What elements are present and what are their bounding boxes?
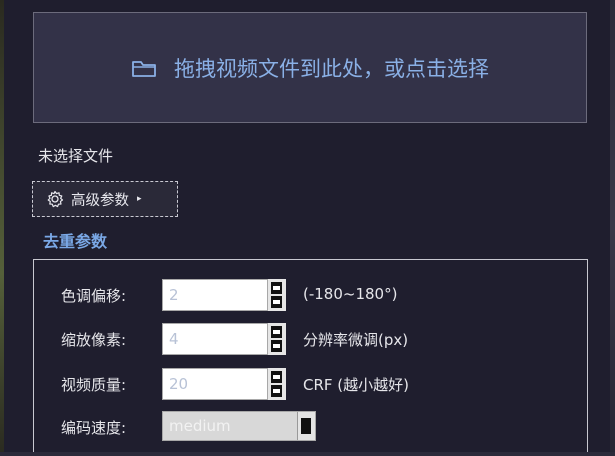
spin-up-icon[interactable] — [271, 282, 282, 294]
quality-label: 视频质量: — [61, 376, 127, 394]
speed-select-value: medium — [169, 417, 231, 435]
spin-down-icon[interactable] — [271, 340, 282, 352]
dropzone-text: 拖拽视频文件到此处，或点击选择 — [174, 56, 489, 81]
app-root: 拖拽视频文件到此处，或点击选择 未选择文件 高级参数 ▸ 去重参数 色调偏移: … — [0, 0, 615, 456]
hue-label: 色调偏移: — [61, 287, 127, 305]
gear-icon — [45, 189, 65, 209]
hue-spinbox-buttons[interactable] — [267, 279, 286, 311]
bottom-window-edge — [0, 452, 615, 456]
file-status-text: 未选择文件 — [38, 147, 114, 165]
param-row-quality: 视频质量: 20 CRF (越小越好) — [34, 368, 587, 402]
hue-hint: (-180~180°) — [303, 285, 398, 303]
advanced-params-button[interactable]: 高级参数 ▸ — [32, 181, 178, 217]
scale-spinbox-buttons[interactable] — [267, 323, 286, 355]
param-row-scale: 缩放像素: 4 分辨率微调(px) — [34, 323, 587, 357]
advanced-params-label: 高级参数 — [71, 192, 129, 209]
params-panel: 色调偏移: 2 (-180~180°) 缩放像素: 4 分辨率微调(px) 视频… — [33, 259, 588, 456]
expand-arrow-icon: ▸ — [137, 194, 142, 204]
spin-down-icon[interactable] — [271, 296, 282, 308]
speed-label: 编码速度: — [61, 419, 127, 437]
spin-down-icon[interactable] — [271, 385, 282, 397]
dropdown-arrow-icon[interactable] — [297, 412, 315, 440]
param-row-speed: 编码速度: medium — [34, 411, 587, 445]
quality-spinbox-buttons[interactable] — [267, 368, 286, 400]
quality-hint: CRF (越小越好) — [303, 376, 409, 394]
left-window-edge — [0, 0, 4, 456]
speed-select[interactable]: medium — [162, 411, 316, 441]
section-title-dedup-params: 去重参数 — [43, 232, 108, 251]
scale-hint: 分辨率微调(px) — [303, 331, 409, 349]
file-dropzone[interactable]: 拖拽视频文件到此处，或点击选择 — [33, 12, 587, 123]
scale-label: 缩放像素: — [61, 331, 127, 349]
spin-up-icon[interactable] — [271, 326, 282, 338]
param-row-hue: 色调偏移: 2 (-180~180°) — [34, 279, 587, 313]
right-window-edge — [610, 0, 615, 456]
spin-up-icon[interactable] — [271, 371, 282, 383]
folder-icon — [131, 57, 157, 79]
